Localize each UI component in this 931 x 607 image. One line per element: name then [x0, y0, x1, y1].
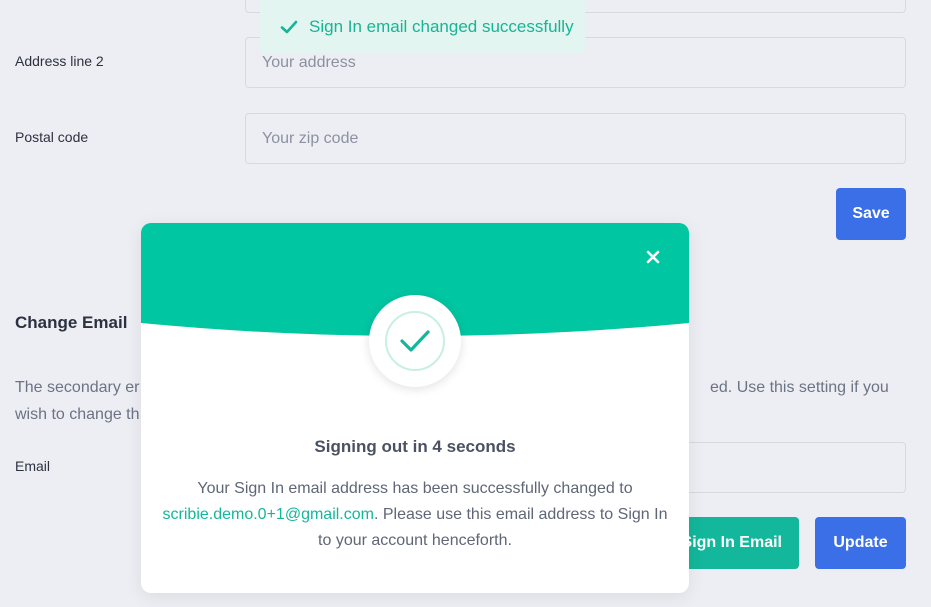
settings-page: Address line 2 Postal code Save Change E… — [0, 0, 931, 607]
save-button[interactable]: Save — [836, 188, 906, 240]
modal-title: Signing out in 4 seconds — [314, 437, 516, 456]
update-button[interactable]: Update — [815, 517, 906, 569]
check-icon — [280, 18, 298, 36]
new-email-link: scribie.demo.0+1@gmail.com — [162, 506, 374, 523]
description-right-line1: ed. Use this setting if you — [710, 379, 889, 396]
postal-code-label: Postal code — [15, 129, 89, 145]
check-circle-icon — [369, 295, 461, 387]
toast-message: Sign In email changed successfully — [309, 16, 574, 36]
modal-body: Your Sign In email address has been succ… — [161, 476, 669, 554]
success-toast: Sign In email changed successfully — [260, 0, 585, 53]
address-line2-label: Address line 2 — [15, 53, 104, 69]
close-icon[interactable] — [641, 245, 665, 269]
email-label: Email — [15, 458, 51, 474]
description-left-line2: wish to change th — [15, 406, 140, 423]
signout-modal: Signing out in 4 seconds Your Sign In em… — [141, 223, 689, 593]
modal-body-text-before: Your Sign In email address has been succ… — [197, 480, 633, 497]
change-email-title: Change Email — [15, 313, 128, 332]
description-left-line1: The secondary er — [15, 379, 140, 396]
postal-code-input[interactable] — [245, 113, 906, 164]
